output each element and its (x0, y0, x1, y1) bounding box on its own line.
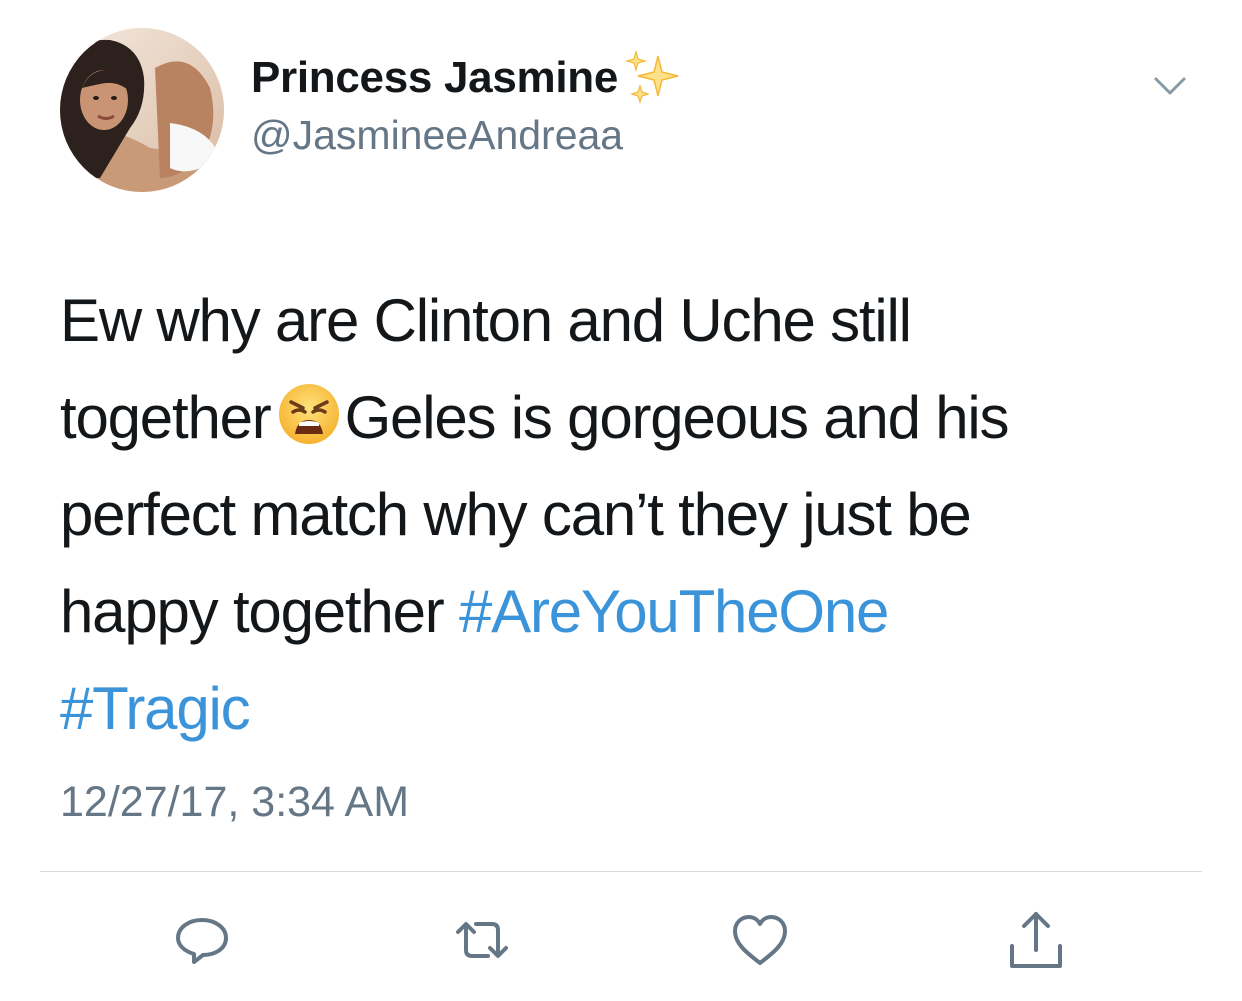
tweet-line: together Geles is gorgeous and his (60, 369, 1180, 466)
like-button[interactable] (728, 908, 792, 972)
avatar-image (60, 28, 224, 192)
weary-face-emoji-icon (277, 377, 341, 444)
share-button[interactable] (1004, 908, 1068, 972)
retweet-icon (456, 922, 508, 958)
tweet-text-segment: Geles is gorgeous and his (344, 384, 1010, 451)
heart-icon (733, 915, 787, 965)
tweet-line: #Tragic (60, 660, 1180, 757)
tweet-text-segment: Ew why are Clinton and Uche still (60, 287, 912, 354)
reply-button[interactable] (170, 908, 234, 972)
more-options-chevron-icon[interactable] (1150, 66, 1190, 106)
tweet-text-segment: perfect match why can’t they just be (60, 481, 972, 548)
tweet-line: happy together #AreYouTheOne (60, 563, 1180, 660)
hashtag-link[interactable]: #Tragic (60, 675, 251, 742)
display-name[interactable]: Princess Jasmine (251, 53, 618, 103)
sparkles-icon (624, 49, 684, 106)
tweet-text-segment: happy together (60, 578, 445, 645)
share-icon (1010, 912, 1062, 968)
tweet-line: perfect match why can’t they just be (60, 466, 1180, 563)
reply-icon (176, 918, 228, 964)
tweet-timestamp: 12/27/17, 3:34 AM (60, 778, 410, 826)
author-name-row[interactable]: Princess Jasmine (251, 49, 684, 106)
avatar[interactable] (60, 28, 224, 192)
author-handle[interactable]: @JasmineeAndreaa (251, 112, 623, 159)
tweet-line: Ew why are Clinton and Uche still (60, 272, 1180, 369)
divider (40, 871, 1202, 872)
retweet-button[interactable] (450, 908, 514, 972)
hashtag-link[interactable]: #AreYouTheOne (459, 578, 889, 645)
tweet-text-segment: together (60, 384, 272, 451)
tweet-text: Ew why are Clinton and Uche still togeth… (60, 272, 1180, 757)
